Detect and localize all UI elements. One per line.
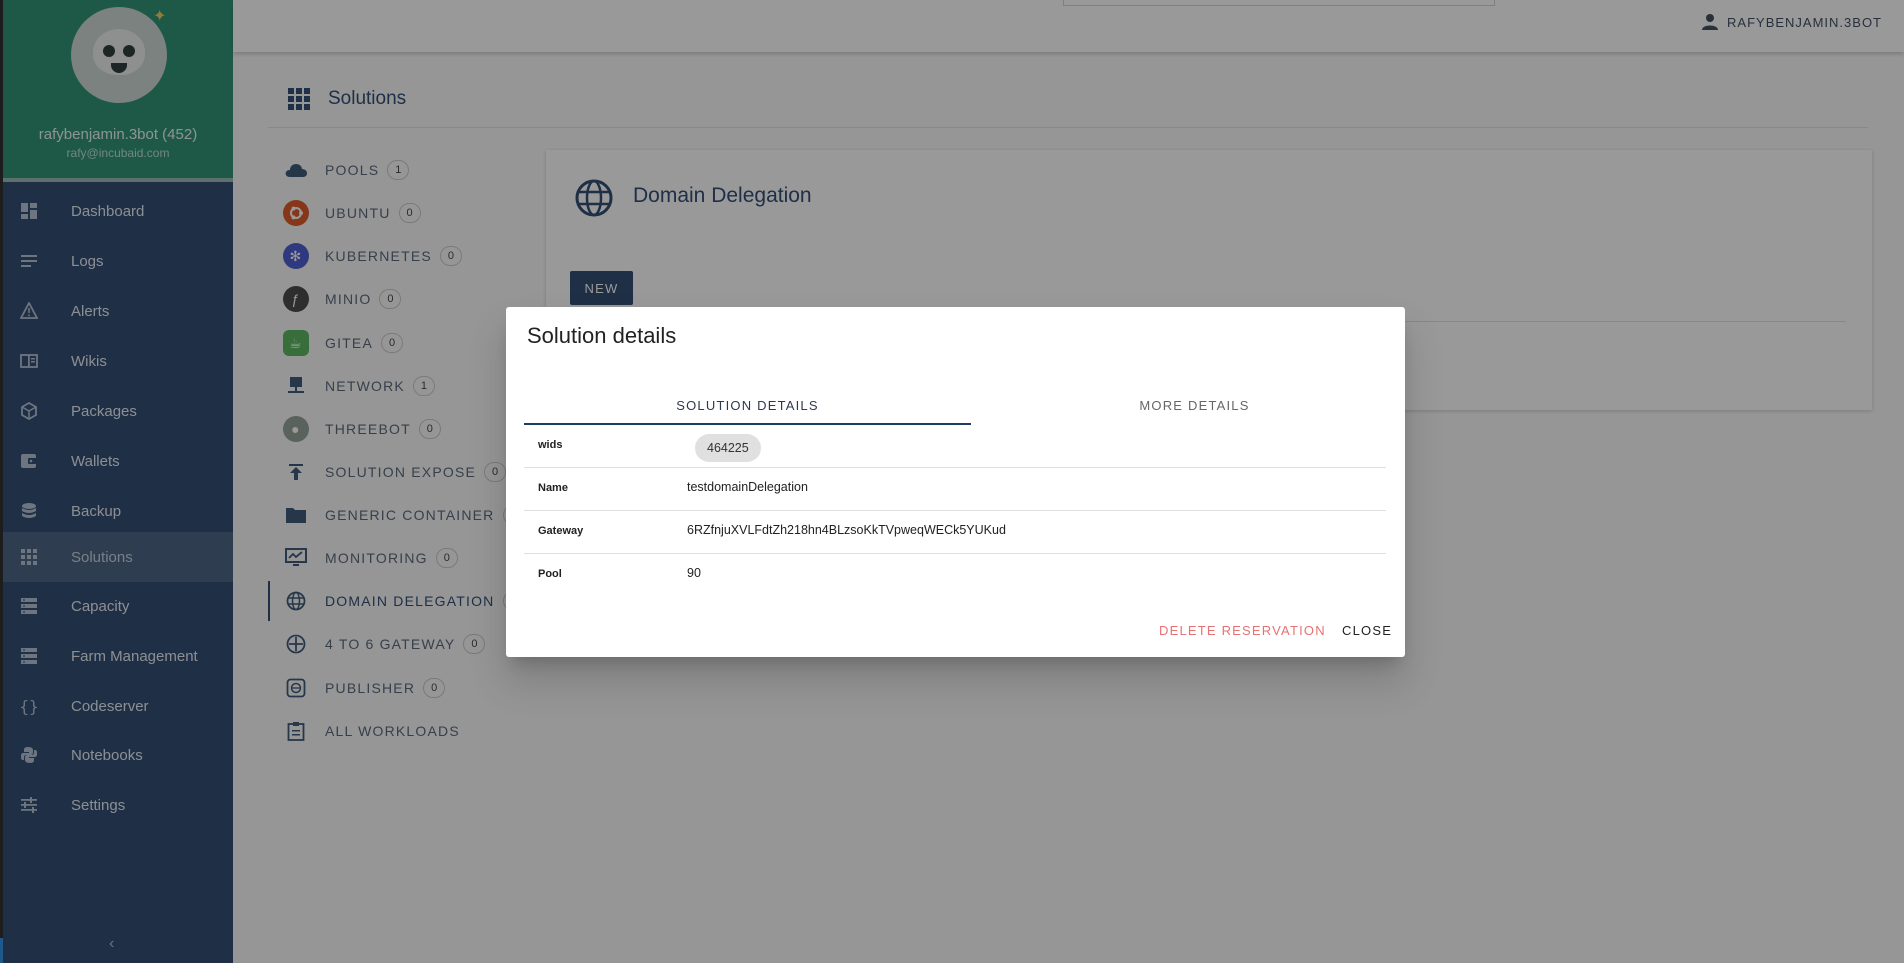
tab-more-details[interactable]: MORE DETAILS <box>971 387 1418 425</box>
detail-value: 90 <box>687 566 701 580</box>
detail-label: Pool <box>538 568 562 580</box>
detail-label: Gateway <box>538 525 584 537</box>
detail-row: Gateway 6RZfnjuXVLFdtZh218hn4BLzsoKkTVpw… <box>524 511 1386 554</box>
dialog-title: Solution details <box>527 323 677 348</box>
tab-solution-details[interactable]: SOLUTION DETAILS <box>524 387 971 425</box>
solution-details-dialog: Solution details SOLUTION DETAILS MORE D… <box>506 307 1405 657</box>
detail-row: Name testdomainDelegation <box>524 468 1386 511</box>
detail-row: Pool 90 <box>524 554 1386 597</box>
delete-reservation-button[interactable]: DELETE RESERVATION <box>1159 623 1326 638</box>
detail-value: 6RZfnjuXVLFdtZh218hn4BLzsoKkTVpweqWECk5Y… <box>687 523 1006 537</box>
detail-label: Name <box>538 482 568 494</box>
wid-chip[interactable]: 464225 <box>695 434 761 462</box>
detail-value: testdomainDelegation <box>687 480 808 494</box>
detail-row: wids 464225 <box>524 425 1386 468</box>
detail-label: wids <box>538 439 563 451</box>
close-button[interactable]: CLOSE <box>1342 623 1392 638</box>
